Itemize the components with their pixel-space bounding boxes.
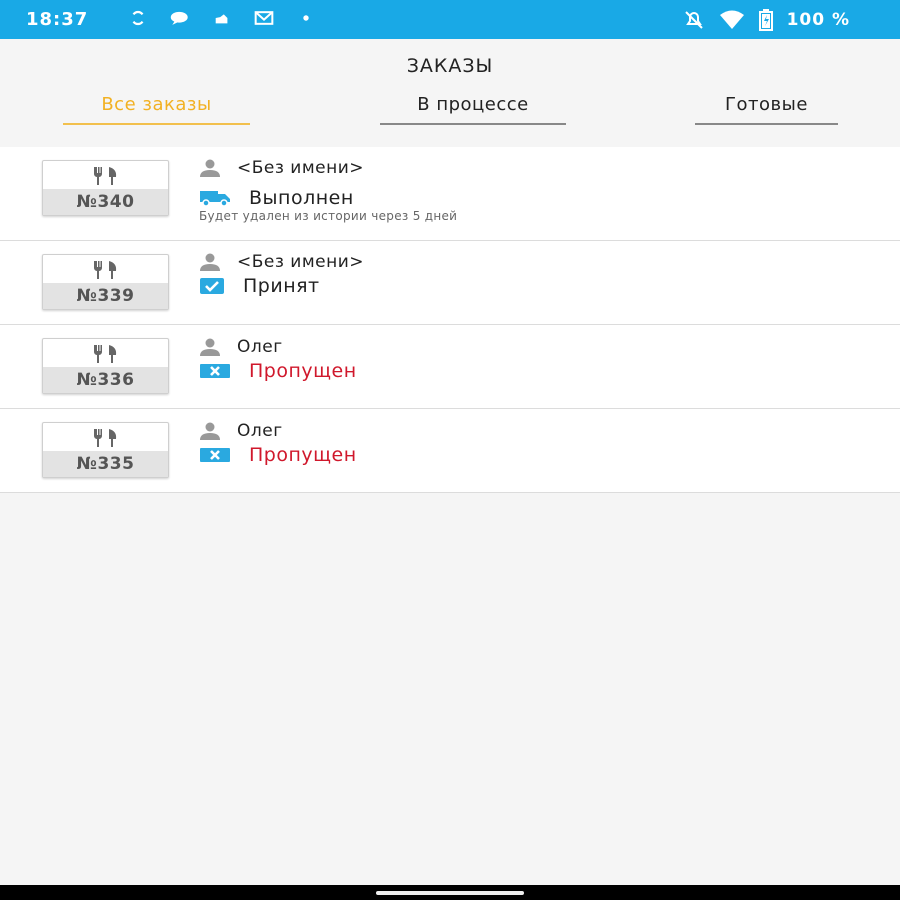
- tab-ready[interactable]: Готовые: [695, 94, 838, 125]
- order-badge: №340: [42, 160, 169, 216]
- battery-icon: [758, 9, 773, 31]
- order-number: №336: [43, 367, 168, 393]
- tab-all-orders[interactable]: Все заказы: [63, 94, 250, 125]
- order-status: Пропущен: [249, 444, 357, 466]
- order-status: Принят: [243, 275, 320, 297]
- navigation-bar: [0, 885, 900, 900]
- cloud-icon: [215, 14, 228, 24]
- order-row[interactable]: №335 Олег Пропущен: [0, 409, 900, 493]
- order-badge: №336: [42, 338, 169, 394]
- mute-icon: [684, 11, 703, 29]
- order-number: №340: [43, 189, 168, 215]
- cross-icon: [200, 364, 230, 378]
- cutlery-icon: [93, 167, 116, 185]
- tab-in-progress[interactable]: В процессе: [380, 94, 566, 125]
- order-row[interactable]: №340 <Без имени> Выполнен Будет удален и…: [0, 147, 900, 241]
- order-badge: №339: [42, 254, 169, 310]
- deletion-note: Будет удален из истории через 5 дней: [199, 209, 458, 223]
- cutlery-icon: [93, 345, 116, 363]
- header: ЗАКАЗЫ Все заказы В процессе Готовые: [0, 39, 900, 146]
- cutlery-icon: [93, 261, 116, 279]
- person-icon: [200, 253, 220, 271]
- dot-icon: [303, 15, 309, 21]
- person-icon: [200, 159, 220, 177]
- battery-level: 100 %: [786, 10, 850, 30]
- checkbox-icon: [200, 278, 224, 294]
- order-row[interactable]: №336 Олег Пропущен: [0, 325, 900, 409]
- customer-name: <Без имени>: [237, 158, 365, 178]
- order-status: Выполнен: [249, 187, 354, 209]
- order-row[interactable]: №339 <Без имени> Принят: [0, 241, 900, 325]
- status-bar: 18:37 100 %: [0, 0, 900, 39]
- person-icon: [200, 338, 220, 356]
- clock: 18:37: [26, 9, 89, 30]
- sync-icon: [132, 10, 144, 26]
- order-list: №340 <Без имени> Выполнен Будет удален и…: [0, 147, 900, 493]
- truck-icon: [200, 191, 230, 207]
- customer-name: Олег: [237, 337, 283, 357]
- wifi-icon: [719, 10, 744, 29]
- chat-icon: [170, 11, 188, 25]
- cross-icon: [200, 448, 230, 462]
- order-badge: №335: [42, 422, 169, 478]
- home-gesture-handle[interactable]: [376, 891, 524, 895]
- customer-name: Олег: [237, 421, 283, 441]
- mail-icon: [254, 11, 274, 25]
- order-number: №335: [43, 451, 168, 477]
- system-icons: 100 %: [683, 9, 850, 31]
- cutlery-icon: [93, 429, 116, 447]
- person-icon: [200, 422, 220, 440]
- order-number: №339: [43, 283, 168, 309]
- customer-name: <Без имени>: [237, 252, 365, 272]
- order-status: Пропущен: [249, 360, 357, 382]
- notification-icons: [128, 9, 316, 27]
- page-title: ЗАКАЗЫ: [406, 55, 494, 77]
